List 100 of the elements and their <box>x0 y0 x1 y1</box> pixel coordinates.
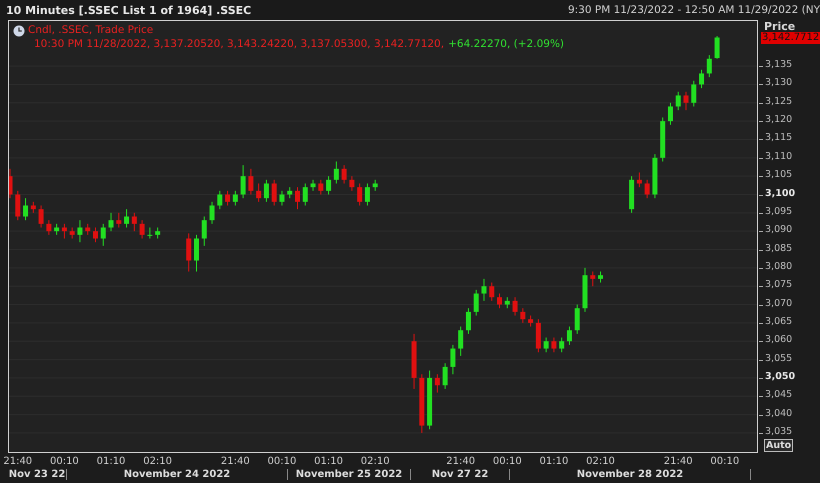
down-candle <box>412 333 417 390</box>
up-candle <box>660 116 666 162</box>
clock-icon[interactable] <box>13 25 25 37</box>
y-tick-label: 3,110 <box>765 150 792 163</box>
date-label: November 24 2022 <box>124 469 230 480</box>
x-tick-label: 02:10 <box>360 456 390 467</box>
down-candle <box>140 220 145 240</box>
up-candle <box>427 370 432 430</box>
down-candle <box>248 168 254 195</box>
up-candle <box>334 161 339 184</box>
down-candle <box>434 374 440 394</box>
down-candle <box>30 201 36 214</box>
down-candle <box>590 271 596 287</box>
axis-title: Price <box>764 20 796 33</box>
down-candle <box>497 293 502 309</box>
up-candle <box>598 271 604 284</box>
down-candle <box>92 227 98 243</box>
date-label: Nov 23 22 <box>8 469 66 480</box>
down-candle <box>551 337 556 353</box>
up-candle <box>147 227 152 240</box>
x-tick-label: 00:10 <box>266 456 297 467</box>
up-candle <box>676 91 681 111</box>
up-candle <box>544 337 549 353</box>
up-candle <box>210 201 215 224</box>
down-candle <box>62 223 67 240</box>
down-candle <box>512 296 518 316</box>
down-candle <box>684 91 688 111</box>
up-candle <box>194 234 199 272</box>
y-tick-label: 3,085 <box>765 242 792 255</box>
up-candle <box>442 362 448 390</box>
up-candle <box>668 102 673 126</box>
up-candle <box>364 183 370 206</box>
down-candle <box>38 205 44 228</box>
down-candle <box>636 172 642 188</box>
up-candle <box>481 278 486 302</box>
date-label: November 25 2022 <box>296 469 402 480</box>
up-candle <box>279 190 284 206</box>
x-tick-label: 01:10 <box>538 456 569 467</box>
y-tick-label: 3,070 <box>765 298 792 310</box>
down-candle <box>9 168 12 199</box>
up-candle <box>326 176 332 195</box>
down-candle <box>644 179 650 199</box>
up-candle <box>100 223 106 246</box>
x-tick-label: 21:40 <box>446 456 476 467</box>
auto-button[interactable]: Auto <box>764 439 794 452</box>
up-candle <box>155 227 160 240</box>
y-tick-label: 3,130 <box>765 77 792 90</box>
y-tick-label: 3,125 <box>765 96 792 108</box>
up-candle <box>629 176 634 214</box>
up-candle <box>217 190 222 210</box>
x-tick-label: 00:10 <box>49 456 80 467</box>
up-candle <box>240 164 246 199</box>
down-candle <box>272 179 277 206</box>
y-tick-label: 3,115 <box>765 132 792 144</box>
y-tick-label: 3,080 <box>765 260 792 273</box>
down-candle <box>520 308 526 324</box>
y-tick-label: 3,095 <box>765 206 792 218</box>
up-candle <box>287 186 292 199</box>
y-tick-label: 3,135 <box>765 59 792 72</box>
date-label: Nov 27 22 <box>432 469 488 480</box>
date-range: 9:30 PM 11/23/2022 - 12:50 AM 11/29/2022 (NY <box>568 4 820 16</box>
down-candle <box>318 179 324 195</box>
down-candle <box>489 282 494 302</box>
up-candle <box>699 69 704 89</box>
down-candle <box>536 318 541 353</box>
x-tick-label: 00:10 <box>710 456 740 467</box>
up-candle <box>372 179 378 192</box>
down-candle <box>528 315 534 328</box>
up-candle <box>706 54 712 78</box>
up-candle <box>566 326 572 346</box>
up-candle <box>202 216 207 246</box>
x-tick-label: 02:10 <box>586 456 616 467</box>
up-candle <box>504 296 510 309</box>
x-tick-label: 01:10 <box>96 456 126 467</box>
date-label: November 28 2022 <box>576 469 684 480</box>
down-candle <box>349 176 354 192</box>
y-tick-label: 3,055 <box>765 352 792 365</box>
y-tick-label: 3,120 <box>765 114 792 126</box>
up-candle <box>582 267 588 312</box>
down-candle <box>132 212 137 232</box>
y-tick-label: 3,065 <box>765 316 792 328</box>
x-tick-label: 21:40 <box>663 456 694 467</box>
up-candle <box>652 154 658 199</box>
down-candle <box>225 190 230 206</box>
up-candle <box>458 326 464 356</box>
down-candle <box>295 186 300 210</box>
up-candle <box>466 308 471 334</box>
up-candle <box>232 190 238 206</box>
x-tick-label: 00:10 <box>492 456 522 467</box>
down-candle <box>116 212 122 228</box>
up-candle <box>310 179 316 192</box>
up-candle <box>54 223 60 236</box>
up-candle <box>23 198 28 221</box>
window-title: 10 Minutes [.SSEC List 1 of 1964] .SSEC <box>6 4 252 16</box>
y-tick-label: 3,040 <box>765 408 792 420</box>
last-price-badge: 3,142.7712 <box>761 32 820 44</box>
up-candle <box>714 36 720 60</box>
y-tick-label: 3,090 <box>765 224 792 236</box>
y-tick-label: 3,100 <box>765 188 796 200</box>
series-label: Cndl, .SSEC, Trade Price <box>28 24 154 36</box>
